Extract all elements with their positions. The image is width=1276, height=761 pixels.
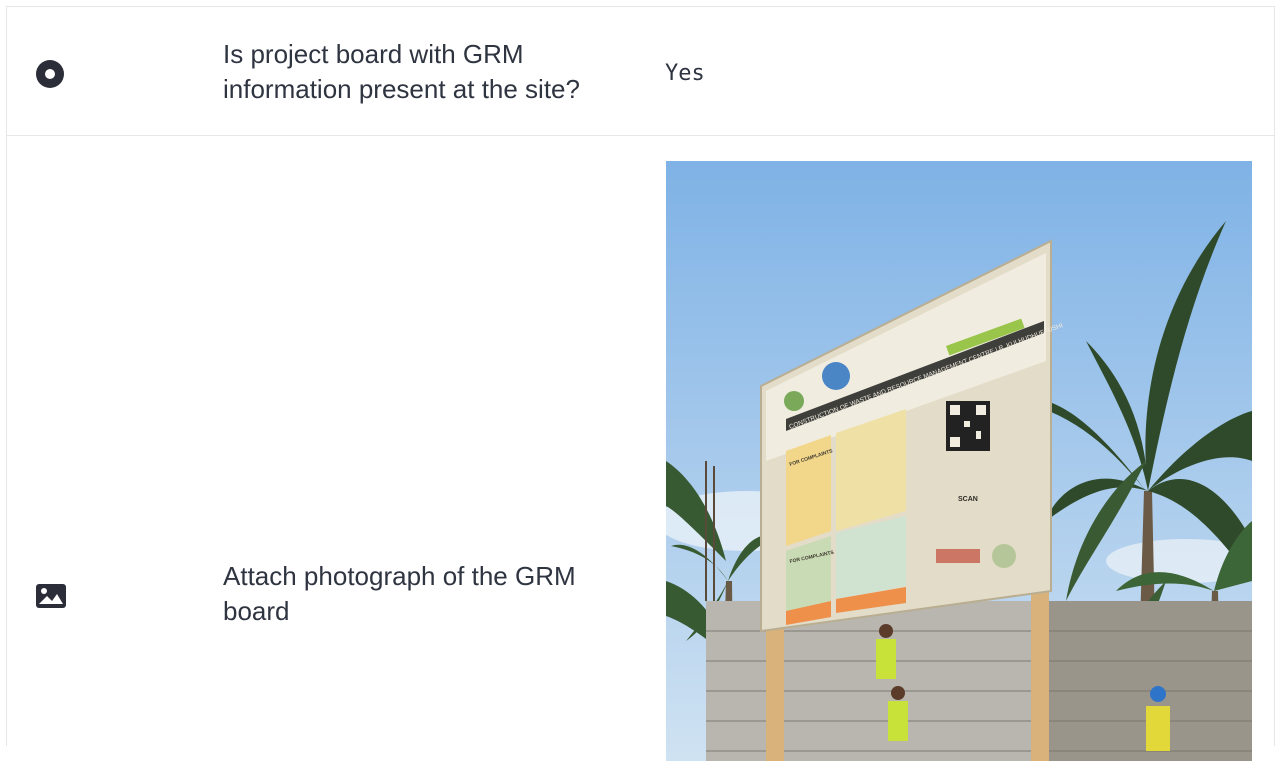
- form-response-table: Is project board with GRM information pr…: [6, 6, 1275, 761]
- grm-board-photo[interactable]: CONSTRUCTION OF WASTE AND RESOURCE MANAG…: [666, 161, 1252, 761]
- response-row-grm-photo: Attach photograph of the GRM board CONST…: [7, 136, 1274, 761]
- question-label: Is project board with GRM information pr…: [223, 39, 580, 104]
- radio-icon: [35, 59, 69, 94]
- answer-value: Yes: [665, 61, 705, 86]
- question-label: Attach photograph of the GRM board: [223, 561, 576, 626]
- response-row-grm-board-present: Is project board with GRM information pr…: [7, 7, 1274, 136]
- qr-code: [946, 401, 990, 451]
- image-icon: [35, 583, 69, 614]
- scan-label: SCAN: [958, 496, 978, 503]
